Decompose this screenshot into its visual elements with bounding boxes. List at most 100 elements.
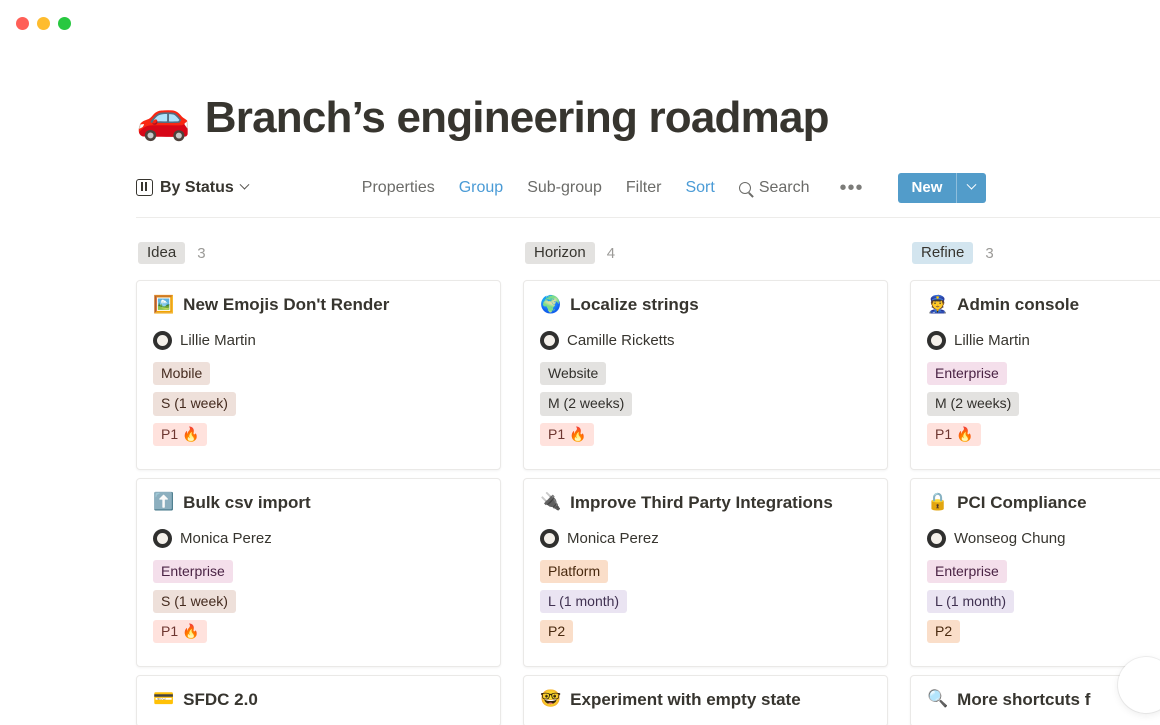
board-card[interactable]: 🔌 Improve Third Party Integrations Monica …: [523, 477, 888, 667]
card-assignee: Camille Ricketts: [540, 331, 871, 351]
new-button-group[interactable]: New: [897, 172, 987, 203]
card-tag-row: S (1 week): [153, 589, 484, 620]
new-button[interactable]: New: [898, 173, 957, 203]
card-tag-row: Enterprise: [927, 559, 1160, 590]
card-assignee: Monica Perez: [153, 528, 484, 548]
board-view-icon: [136, 179, 153, 197]
column-card-count: 4: [606, 244, 616, 262]
card-tag: P1 🔥: [153, 422, 208, 446]
card-tags: Platform L (1 month) P2: [540, 559, 871, 650]
card-tag: L (1 month): [927, 589, 1015, 613]
card-tag: S (1 week): [153, 392, 236, 416]
board-card[interactable]: 🔒 PCI Compliance Wonseog Chung Enterprise L …: [910, 477, 1160, 667]
column-card-count: 3: [197, 244, 206, 262]
board-column: Idea 3 🖼️ New Emojis Don't Render Lillie Mar…: [136, 240, 501, 725]
card-tag: Enterprise: [927, 362, 1007, 386]
card-emoji-icon: 🔒: [927, 492, 949, 513]
card-tag-row: Mobile: [153, 362, 484, 392]
card-tag: L (1 month): [540, 589, 628, 613]
toolbar-sort-button[interactable]: Sort: [685, 179, 714, 197]
card-title: 🔒 PCI Compliance: [927, 493, 1160, 513]
card-tag: P2: [927, 619, 961, 643]
card-tag: P2: [540, 619, 574, 643]
card-tag: P1 🔥: [153, 619, 208, 643]
card-tag-row: P1 🔥: [927, 422, 1160, 453]
new-button-dropdown[interactable]: [956, 172, 986, 203]
column-header[interactable]: Idea 3: [136, 240, 501, 266]
board-column: Horizon 4 🌍 Localize strings Camille Rickett…: [523, 240, 888, 725]
board-card[interactable]: 🌍 Localize strings Camille Ricketts Website…: [523, 280, 888, 470]
card-tag-row: L (1 month): [540, 589, 871, 620]
board-card[interactable]: 🤓 Experiment with empty state: [523, 674, 888, 725]
minimize-window-button[interactable]: [37, 16, 50, 30]
card-title-text: More shortcuts f: [957, 689, 1091, 709]
card-tag: S (1 week): [153, 589, 236, 613]
board-card[interactable]: 💳 SFDC 2.0: [136, 674, 501, 725]
card-assignee-name: Lillie Martin: [180, 332, 256, 350]
card-tag-row: Enterprise: [927, 362, 1160, 392]
toolbar-properties-button[interactable]: Properties: [362, 179, 435, 197]
card-tag-row: M (2 weeks): [540, 392, 871, 422]
card-tag-row: Enterprise: [153, 559, 484, 590]
maximize-window-button[interactable]: [58, 16, 71, 30]
card-tags: Enterprise M (2 weeks) P1 🔥: [927, 362, 1160, 452]
board-column: Refine 3 👮 Admin console Lillie Martin Enterp…: [910, 240, 1160, 725]
card-emoji-icon: 🔍: [927, 689, 949, 710]
card-tag-row: P2: [927, 619, 1160, 650]
card-title: 🔌 Improve Third Party Integrations: [540, 493, 871, 513]
toolbar-search-button[interactable]: Search: [738, 179, 810, 197]
column-header[interactable]: Horizon 4: [523, 240, 888, 266]
close-window-button[interactable]: [16, 16, 29, 30]
page-title-text: Branch’s engineering roadmap: [204, 93, 830, 142]
card-tag-row: L (1 month): [927, 589, 1160, 620]
card-tags: Website M (2 weeks) P1 🔥: [540, 362, 871, 452]
card-title-text: PCI Compliance: [957, 492, 1087, 512]
card-title: 🖼️ New Emojis Don't Render: [153, 295, 484, 315]
card-assignee-name: Monica Perez: [180, 529, 272, 547]
page-title: 🚗 Branch’s engineering roadmap: [136, 93, 1160, 142]
card-tags: Enterprise S (1 week) P1 🔥: [153, 559, 484, 650]
card-assignee: Lillie Martin: [153, 331, 484, 351]
card-title: 👮 Admin console: [927, 295, 1160, 315]
card-tags: Enterprise L (1 month) P2: [927, 559, 1160, 650]
page-icon-car-icon[interactable]: 🚗: [136, 96, 191, 140]
board-card[interactable]: ⬆️ Bulk csv import Monica Perez Enterprise S…: [136, 477, 501, 667]
card-tag-row: P1 🔥: [153, 422, 484, 453]
board-card[interactable]: 🖼️ New Emojis Don't Render Lillie Martin Mo…: [136, 280, 501, 470]
toolbar-subgroup-button[interactable]: Sub-group: [527, 179, 602, 197]
view-tab-by-status[interactable]: By Status: [136, 179, 250, 197]
card-assignee-name: Lillie Martin: [954, 332, 1030, 350]
card-tag: M (2 weeks): [927, 392, 1020, 416]
board-card[interactable]: 👮 Admin console Lillie Martin Enterprise M (…: [910, 280, 1160, 470]
avatar: [927, 331, 946, 351]
card-emoji-icon: 🌍: [540, 294, 562, 315]
card-tag: Mobile: [153, 362, 211, 386]
card-tag: Platform: [540, 559, 609, 583]
card-emoji-icon: 🖼️: [153, 294, 175, 315]
more-options-icon[interactable]: •••: [840, 178, 864, 198]
card-tag-row: Website: [540, 362, 871, 392]
card-tag-row: P1 🔥: [153, 619, 484, 650]
avatar: [153, 331, 172, 351]
page-content: 🚗 Branch’s engineering roadmap By Status…: [0, 93, 1160, 725]
card-tag-row: Platform: [540, 559, 871, 590]
card-tag-row: P1 🔥: [540, 422, 871, 453]
avatar: [540, 331, 559, 351]
toolbar-filter-button[interactable]: Filter: [626, 179, 662, 197]
card-tags: Mobile S (1 week) P1 🔥: [153, 362, 484, 452]
card-title: 🤓 Experiment with empty state: [540, 690, 871, 710]
toolbar-actions: Properties Group Sub-group Filter Sort S…: [362, 172, 987, 203]
card-title: ⬆️ Bulk csv import: [153, 493, 484, 513]
card-tag: P1 🔥: [540, 422, 595, 446]
card-title: 💳 SFDC 2.0: [153, 690, 484, 710]
card-title-text: SFDC 2.0: [183, 689, 258, 709]
card-tag: M (2 weeks): [540, 392, 633, 416]
toolbar-group-button[interactable]: Group: [459, 179, 503, 197]
window-titlebar: [0, 0, 1160, 46]
kanban-board: Idea 3 🖼️ New Emojis Don't Render Lillie Mar…: [136, 240, 1160, 725]
column-header[interactable]: Refine 3: [910, 240, 1160, 266]
column-status-badge: Horizon: [525, 242, 595, 265]
card-title-text: New Emojis Don't Render: [183, 295, 390, 315]
card-emoji-icon: 👮: [927, 294, 949, 315]
card-tag: P1 🔥: [927, 422, 982, 446]
